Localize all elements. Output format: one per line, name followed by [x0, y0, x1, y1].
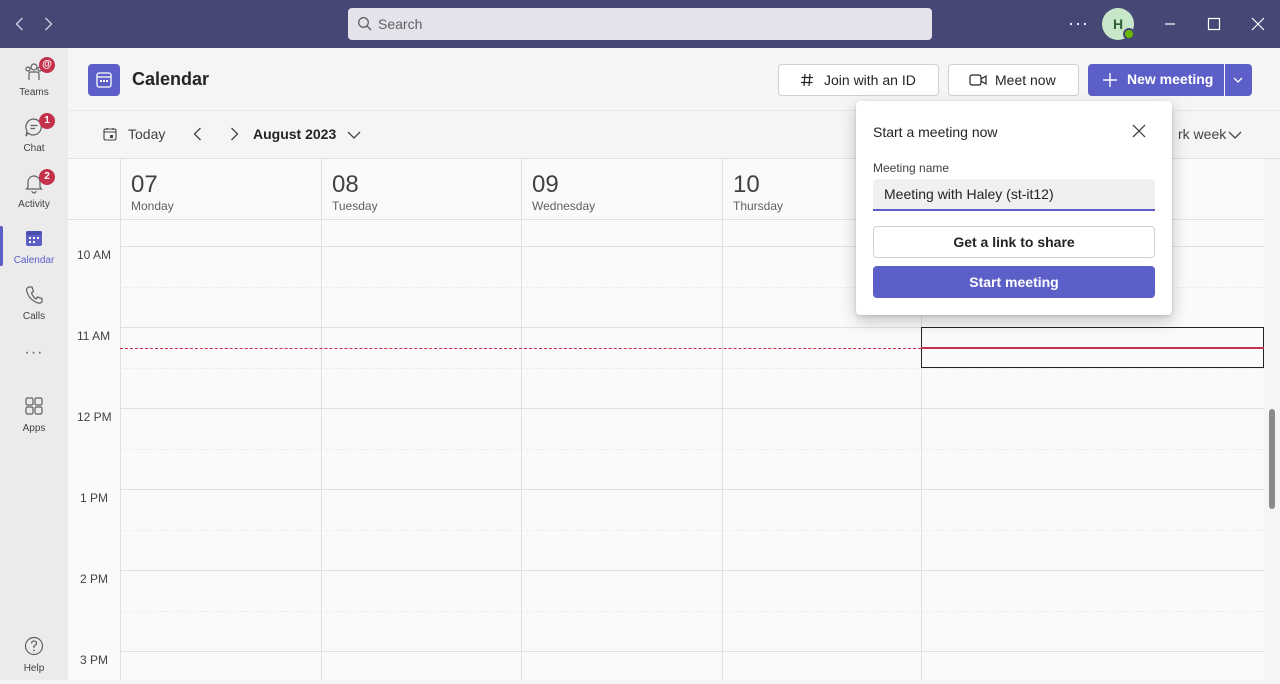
new-meeting-button[interactable]: New meeting — [1088, 64, 1224, 96]
calendar-app-icon — [88, 64, 120, 96]
rail-label-help: Help — [23, 663, 45, 674]
day-name: Tuesday — [332, 199, 378, 213]
hash-icon — [801, 73, 813, 87]
rail-label-calendar: Calendar — [13, 255, 55, 266]
meeting-name-label: Meeting name — [873, 161, 950, 175]
day-number: 10 — [733, 171, 760, 198]
current-time-indicator — [120, 348, 921, 349]
calendar-today-icon — [103, 128, 117, 141]
hour-line — [120, 570, 1264, 571]
time-label: 10 AM — [77, 248, 112, 262]
day-number: 08 — [332, 171, 359, 198]
new-meeting-label: New meeting — [1127, 71, 1214, 87]
get-link-button[interactable]: Get a link to share — [873, 226, 1155, 258]
next-week-icon[interactable] — [226, 126, 242, 142]
day-header-tuesday[interactable]: 08 Tuesday — [321, 159, 521, 219]
half-hour-line — [120, 368, 1264, 369]
new-meeting-dropdown[interactable] — [1225, 64, 1252, 96]
plus-icon — [1103, 73, 1117, 87]
day-name: Monday — [131, 199, 174, 213]
rail-item-calendar[interactable]: Calendar — [0, 220, 68, 276]
day-header-monday[interactable]: 07 Monday — [120, 159, 321, 219]
forward-arrow-icon[interactable] — [38, 14, 58, 34]
month-chevron-down-icon[interactable] — [347, 130, 361, 140]
meeting-name-input[interactable] — [873, 179, 1155, 211]
month-picker[interactable]: August 2023 — [253, 126, 336, 142]
chat-badge: 1 — [39, 113, 55, 129]
help-icon — [24, 636, 44, 656]
time-label: 11 AM — [77, 329, 111, 343]
day-number: 07 — [131, 171, 158, 198]
half-hour-line — [120, 611, 1264, 612]
time-label: 1 PM — [80, 491, 109, 505]
apps-icon — [25, 397, 43, 415]
maximize-icon[interactable] — [1204, 14, 1224, 34]
rail-label-apps: Apps — [22, 423, 46, 434]
meet-now-button[interactable]: Meet now — [948, 64, 1079, 96]
scrollbar-thumb[interactable] — [1269, 409, 1275, 509]
rail-label-teams: Teams — [19, 87, 49, 98]
hour-line — [120, 651, 1264, 652]
search-icon — [358, 17, 372, 31]
start-meeting-button[interactable]: Start meeting — [873, 266, 1155, 298]
half-hour-line — [120, 530, 1264, 531]
chevron-down-icon — [1233, 77, 1243, 83]
rail-item-apps[interactable]: Apps — [0, 388, 68, 444]
video-camera-icon — [969, 74, 987, 86]
hour-line — [120, 489, 1264, 490]
rail-more-label: ··· — [24, 344, 44, 361]
phone-icon — [25, 286, 43, 304]
mention-badge: @ — [39, 57, 55, 73]
time-label: 12 PM — [77, 410, 112, 424]
close-icon[interactable] — [1131, 123, 1147, 139]
join-with-id-label: Join with an ID — [824, 72, 916, 88]
day-header-wednesday[interactable]: 09 Wednesday — [521, 159, 722, 219]
rail-more-icon[interactable]: ··· — [0, 332, 68, 372]
half-hour-line — [120, 449, 1264, 450]
rail-label-calls: Calls — [22, 311, 46, 322]
previous-week-icon[interactable] — [190, 126, 206, 142]
day-name: Thursday — [733, 199, 784, 213]
search-box[interactable]: Search — [348, 8, 932, 40]
time-label: 2 PM — [80, 572, 109, 586]
rail-item-help[interactable]: Help — [0, 628, 68, 684]
presence-available-icon — [1123, 28, 1135, 40]
rail-item-chat[interactable]: 1 Chat — [0, 108, 68, 164]
page-title: Calendar — [132, 69, 210, 89]
minimize-icon[interactable] — [1160, 14, 1180, 34]
close-window-icon[interactable] — [1248, 14, 1268, 34]
view-selector[interactable]: rk week — [1178, 126, 1226, 142]
day-name: Wednesday — [532, 199, 596, 213]
rail-item-activity[interactable]: 2 Activity — [0, 164, 68, 220]
rail-label-chat: Chat — [23, 143, 45, 154]
scrollbar[interactable] — [1264, 159, 1280, 681]
rail-item-teams[interactable]: @ Teams — [0, 52, 68, 108]
rail-item-calls[interactable]: Calls — [0, 276, 68, 332]
current-time-line-today — [921, 347, 1264, 349]
calendar-icon — [26, 231, 42, 246]
more-options-icon[interactable]: ··· — [1068, 13, 1089, 34]
join-with-id-button[interactable]: Join with an ID — [778, 64, 939, 96]
popup-title: Start a meeting now — [873, 124, 998, 140]
title-bar: Search ··· H — [0, 0, 1280, 48]
time-label: 3 PM — [80, 653, 109, 667]
back-arrow-icon[interactable] — [10, 14, 30, 34]
start-meeting-popup: Start a meeting now Meeting name Get a l… — [856, 101, 1172, 315]
hour-line — [120, 408, 1264, 409]
app-rail: @ Teams 1 Chat 2 Activity Calendar Calls… — [0, 48, 68, 680]
rail-label-activity: Activity — [18, 199, 50, 210]
meet-now-label: Meet now — [995, 72, 1056, 88]
day-number: 09 — [532, 171, 559, 198]
today-button[interactable]: Today — [128, 126, 165, 142]
activity-badge: 2 — [39, 169, 55, 185]
search-placeholder: Search — [378, 16, 423, 32]
view-chevron-down-icon[interactable] — [1228, 130, 1242, 140]
